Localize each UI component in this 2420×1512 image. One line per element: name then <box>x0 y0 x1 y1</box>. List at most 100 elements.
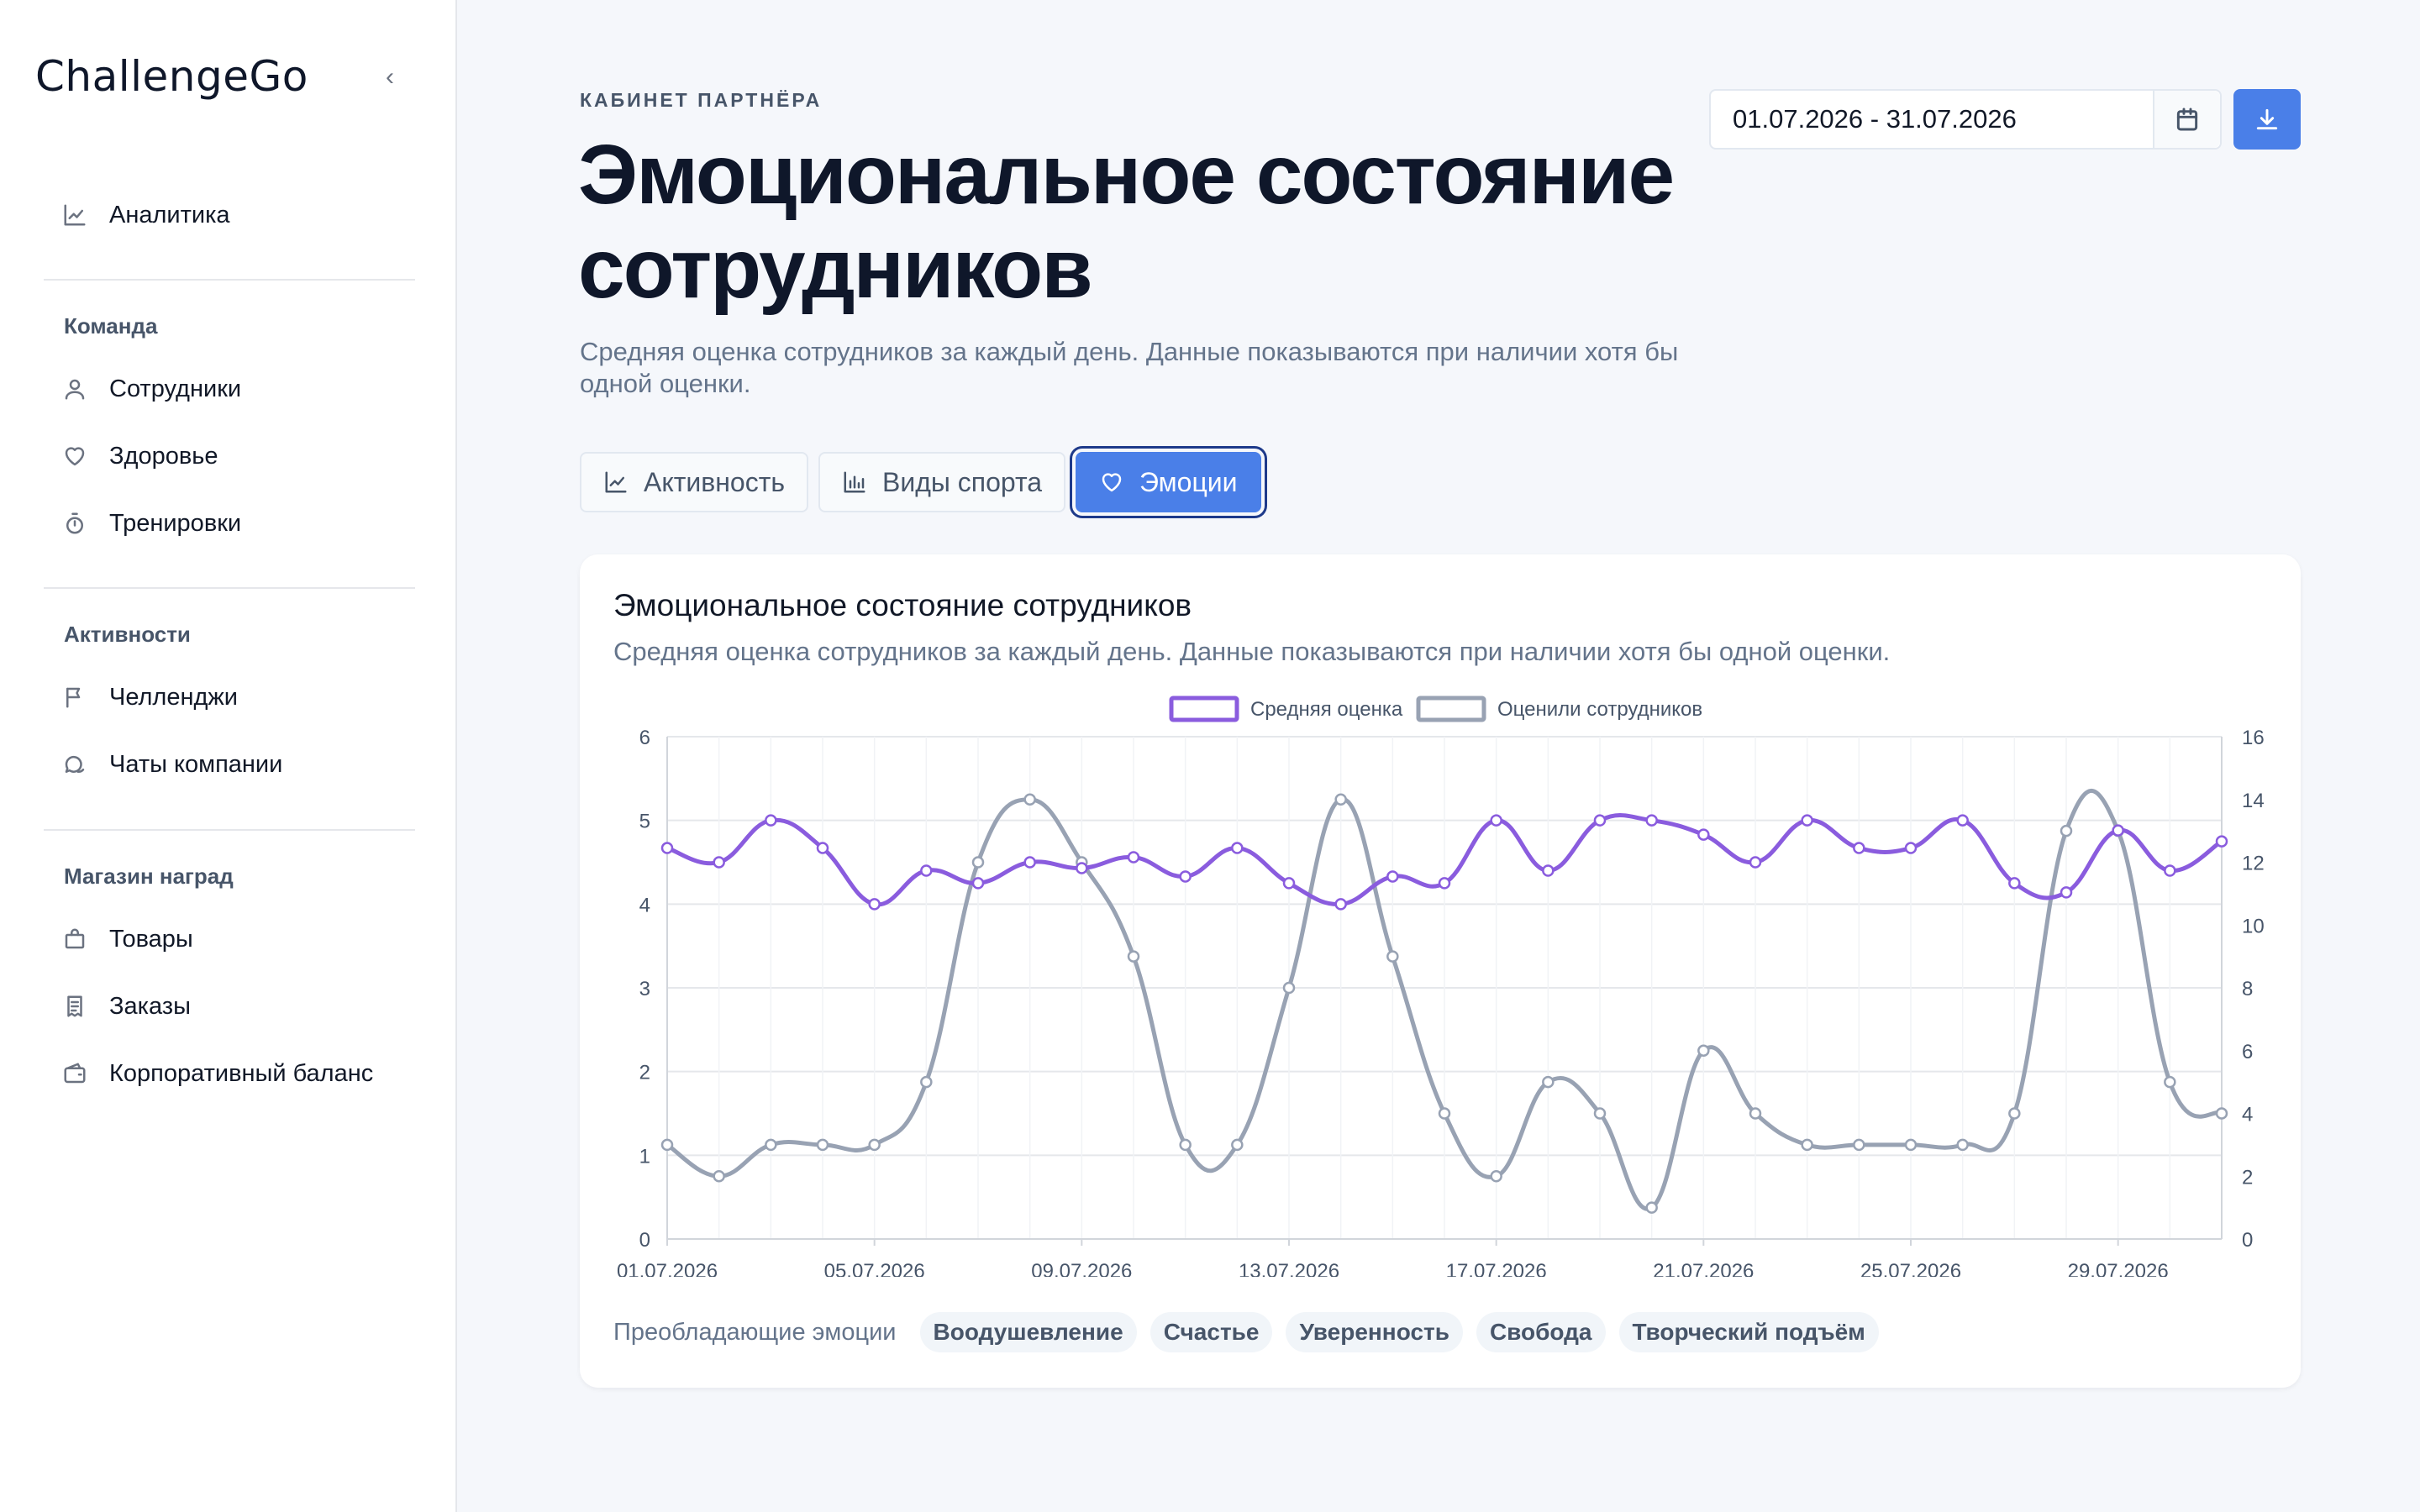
data-point-average-score <box>2060 886 2073 899</box>
download-button[interactable] <box>2233 89 2301 150</box>
card-title: Эмоциональное состояние сотрудников <box>613 588 1192 622</box>
data-point-average-score <box>1542 864 1555 877</box>
x-tick-label: 29.07.2026 <box>2068 1260 2169 1277</box>
data-point-average-score <box>660 842 674 854</box>
sidebar-item-balance[interactable]: Корпоративный баланс <box>62 1053 373 1095</box>
tab-sports[interactable]: Виды спорта <box>818 452 1066 512</box>
data-point-rated-count <box>1127 950 1140 963</box>
data-point-rated-count <box>713 1170 725 1183</box>
y-right-tick-label: 14 <box>2242 790 2265 812</box>
x-tick-label: 25.07.2026 <box>1860 1260 1961 1277</box>
x-tick-label: 09.07.2026 <box>1031 1260 1132 1277</box>
data-point-rated-count <box>1231 1138 1244 1152</box>
data-point-average-score <box>1179 870 1192 883</box>
sidebar-item-products[interactable]: Товары <box>62 918 193 960</box>
sidebar-item-orders[interactable]: Заказы <box>62 985 191 1027</box>
tab-activity[interactable]: Активность <box>580 452 809 512</box>
stopwatch-icon <box>66 512 83 534</box>
receipt-icon <box>67 995 82 1017</box>
sidebar-item-chats[interactable]: Чаты компании <box>62 743 282 785</box>
data-point-average-score <box>1490 814 1502 827</box>
x-tick-label: 21.07.2026 <box>1653 1260 1754 1277</box>
date-range-input[interactable]: 01.07.2026 - 31.07.2026 <box>1711 91 2153 148</box>
sidebar-section-team: Команда <box>64 313 158 339</box>
data-point-average-score <box>868 898 881 911</box>
sidebar: ChallengeGo ‹ Аналитика Команда Сотрудни… <box>0 0 457 1512</box>
page-description: Средняя оценка сотрудников за каждый ден… <box>580 337 1679 398</box>
data-point-average-score <box>971 877 985 890</box>
tab-label: Эмоции <box>1139 466 1238 497</box>
data-point-rated-count <box>1386 950 1399 963</box>
sidebar-item-employees[interactable]: Сотрудники <box>62 368 241 410</box>
emotion-chip: Счастье <box>1150 1312 1273 1352</box>
sidebar-item-label: Заказы <box>109 992 191 1020</box>
data-point-average-score <box>1853 842 1865 854</box>
emotion-chip: Воодушевление <box>919 1312 1137 1352</box>
data-point-average-score <box>1386 870 1399 883</box>
x-tick-label: 01.07.2026 <box>617 1260 718 1277</box>
emotion-chip: Свобода <box>1476 1312 1606 1352</box>
sidebar-section-activity: Активности <box>64 622 191 647</box>
data-point-rated-count <box>1593 1107 1607 1120</box>
shopping-bag-icon <box>65 928 85 949</box>
emotions-line-chart: 0123456024681012141601.07.2026 05.07.2026… <box>617 696 2265 1277</box>
sidebar-item-label: Товары <box>109 925 193 953</box>
y-right-tick-label: 10 <box>2242 915 2265 937</box>
data-point-average-score <box>1438 877 1451 890</box>
data-point-average-score <box>1801 814 1813 827</box>
emotion-chip: Уверенность <box>1286 1312 1463 1352</box>
emotions-chart-card: Эмоциональное состояние сотрудников Сред… <box>580 554 2301 1388</box>
data-point-rated-count <box>1749 1107 1762 1120</box>
tab-emotions[interactable]: Эмоции <box>1076 452 1261 512</box>
data-point-rated-count <box>1334 793 1347 806</box>
page-eyebrow: КАБИНЕТ ПАРТНЁРА <box>580 89 823 111</box>
sidebar-divider <box>44 829 415 831</box>
y-left-tick-label: 1 <box>639 1145 650 1168</box>
data-point-rated-count <box>868 1138 881 1152</box>
emotion-chip: Творческий подъём <box>1618 1312 1879 1352</box>
sidebar-item-label: Чаты компании <box>109 750 283 778</box>
wallet-icon <box>64 1063 86 1084</box>
legend-swatch-average-score <box>1169 696 1239 722</box>
data-point-rated-count <box>1490 1170 1502 1183</box>
collapse-sidebar-button[interactable]: ‹ <box>376 60 403 94</box>
legend-label: Средняя оценка <box>1250 698 1403 721</box>
card-description: Средняя оценка сотрудников за каждый ден… <box>613 637 1891 666</box>
data-point-average-score <box>1749 856 1762 869</box>
sidebar-divider <box>44 279 415 281</box>
calendar-button[interactable] <box>2153 91 2220 148</box>
prevailing-emotions: Преобладающие эмоции Воодушевление Счаст… <box>613 1312 1879 1352</box>
data-point-average-score <box>1645 814 1658 827</box>
y-left-tick-label: 5 <box>639 811 650 833</box>
sidebar-item-trainings[interactable]: Тренировки <box>62 502 241 544</box>
emotions-label: Преобладающие эмоции <box>613 1318 897 1346</box>
sidebar-item-analytics[interactable]: Аналитика <box>62 194 230 236</box>
y-right-tick-label: 0 <box>2242 1229 2253 1252</box>
data-point-average-score <box>1697 828 1710 841</box>
data-point-rated-count <box>1801 1138 1813 1152</box>
data-point-rated-count <box>660 1138 674 1152</box>
y-left-tick-label: 4 <box>639 894 650 916</box>
y-right-tick-label: 8 <box>2242 978 2253 1000</box>
chat-icon <box>65 755 85 773</box>
data-point-rated-count <box>1697 1044 1710 1057</box>
trend-chart-icon <box>605 471 627 493</box>
sidebar-item-challenges[interactable]: Челленджи <box>62 676 238 718</box>
sidebar-item-label: Тренировки <box>109 509 242 537</box>
tab-label: Активность <box>644 466 786 497</box>
date-range-picker[interactable]: 01.07.2026 - 31.07.2026 <box>1709 89 2222 150</box>
data-point-rated-count <box>2008 1107 2021 1120</box>
data-point-average-score <box>1956 814 1969 827</box>
data-point-average-score <box>2215 835 2228 848</box>
data-point-average-score <box>2112 824 2124 837</box>
y-right-tick-label: 16 <box>2242 727 2265 749</box>
y-right-tick-label: 4 <box>2242 1104 2253 1126</box>
data-point-average-score <box>2164 864 2176 877</box>
data-point-average-score <box>1076 862 1088 874</box>
data-point-rated-count <box>2164 1075 2176 1089</box>
data-point-average-score <box>1334 898 1347 911</box>
sidebar-item-health[interactable]: Здоровье <box>62 435 218 477</box>
sidebar-item-label: Здоровье <box>109 442 218 470</box>
data-point-average-score <box>765 814 777 827</box>
data-point-rated-count <box>1023 793 1036 806</box>
